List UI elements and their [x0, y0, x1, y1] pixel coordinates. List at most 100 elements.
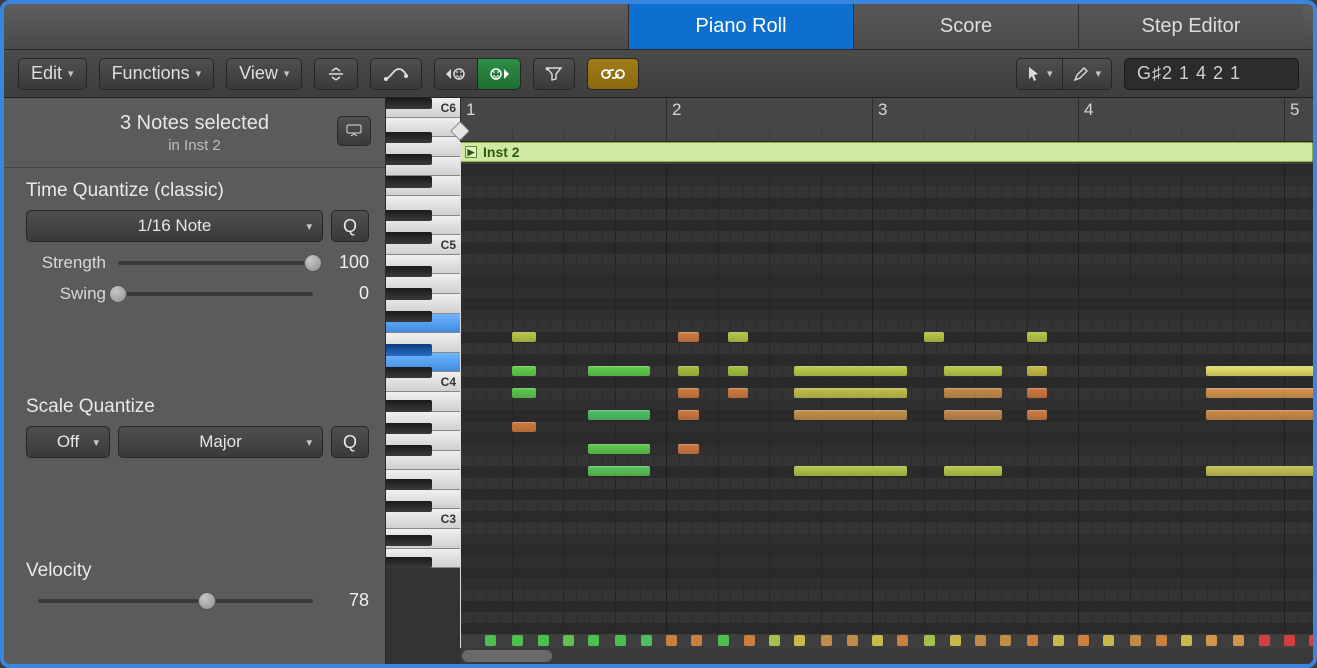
midi-note[interactable] — [1027, 388, 1048, 398]
time-quantize-apply[interactable]: Q — [331, 210, 369, 242]
horizontal-scrollbar[interactable] — [460, 648, 1313, 664]
black-key[interactable] — [386, 311, 432, 322]
midi-note[interactable] — [678, 366, 699, 376]
time-quantize-select[interactable]: 1/16 Note▾ — [26, 210, 323, 242]
black-key[interactable] — [386, 501, 432, 512]
scale-quantize-enable-select[interactable]: Off▾ — [26, 426, 110, 458]
black-key[interactable] — [386, 367, 432, 378]
midi-note[interactable] — [1206, 366, 1313, 376]
key-label: C5 — [441, 238, 456, 252]
pencil-tool[interactable]: ▾ — [1063, 58, 1112, 90]
velocity-slider[interactable] — [38, 592, 313, 610]
functions-menu[interactable]: Functions▾ — [99, 58, 215, 90]
black-key[interactable] — [386, 479, 432, 490]
black-key[interactable] — [386, 266, 432, 277]
midi-note[interactable] — [512, 332, 537, 342]
beat-marker — [615, 635, 626, 646]
swing-label: Swing — [26, 284, 106, 304]
midi-note[interactable] — [794, 466, 907, 476]
midi-note[interactable] — [728, 388, 749, 398]
velocity-title: Velocity — [26, 560, 369, 582]
pencil-icon — [1073, 66, 1089, 82]
beat-marker — [794, 635, 805, 646]
midi-note[interactable] — [794, 366, 907, 376]
scale-quantize-apply[interactable]: Q — [331, 426, 369, 458]
midi-note[interactable] — [924, 332, 945, 342]
time-quantize-panel: Time Quantize (classic) 1/16 Note▾ Q Str… — [4, 168, 385, 314]
midi-note[interactable] — [728, 366, 749, 376]
ruler[interactable]: 12345 — [460, 98, 1313, 142]
midi-note[interactable] — [794, 410, 907, 420]
midi-note[interactable] — [678, 388, 699, 398]
note-filter-button[interactable] — [533, 58, 575, 90]
strength-value: 100 — [325, 252, 369, 273]
midi-out-button[interactable] — [478, 58, 521, 90]
midi-note[interactable] — [1027, 366, 1048, 376]
midi-note[interactable] — [1206, 466, 1313, 476]
scale-quantize-scale-select[interactable]: Major▾ — [118, 426, 323, 458]
piano-keyboard[interactable]: C6C5C4C3 — [386, 98, 460, 664]
midi-note[interactable] — [512, 388, 537, 398]
black-key[interactable] — [386, 557, 432, 568]
midi-note[interactable] — [944, 366, 1002, 376]
midi-note[interactable] — [678, 410, 699, 420]
beat-strip — [460, 634, 1313, 648]
beat-marker — [744, 635, 755, 646]
note-grid[interactable]: ▶ Inst 2 — [460, 142, 1313, 648]
tab-step-editor[interactable]: Step Editor — [1078, 4, 1303, 49]
midi-note[interactable] — [944, 410, 1002, 420]
ruler-bar-number: 5 — [1290, 100, 1299, 120]
beat-marker — [512, 635, 523, 646]
inspector-expand-button[interactable] — [337, 116, 371, 146]
edit-menu[interactable]: Edit▾ — [18, 58, 87, 90]
midi-note[interactable] — [512, 422, 537, 432]
region-header[interactable]: ▶ Inst 2 — [460, 142, 1313, 162]
black-key[interactable] — [386, 288, 432, 299]
midi-note[interactable] — [1206, 410, 1313, 420]
strength-slider[interactable] — [118, 254, 313, 272]
tab-piano-roll[interactable]: Piano Roll — [628, 4, 853, 49]
midi-note[interactable] — [512, 366, 537, 376]
midi-note[interactable] — [944, 388, 1002, 398]
beat-marker — [872, 635, 883, 646]
black-key[interactable] — [386, 132, 432, 143]
black-key[interactable] — [386, 400, 432, 411]
black-key[interactable] — [386, 176, 432, 187]
black-key[interactable] — [386, 344, 432, 355]
midi-note[interactable] — [678, 332, 699, 342]
black-key[interactable] — [386, 423, 432, 434]
scroll-thumb[interactable] — [462, 650, 552, 662]
midi-in-button[interactable] — [434, 58, 478, 90]
black-key[interactable] — [386, 445, 432, 456]
black-key[interactable] — [386, 232, 432, 243]
view-menu[interactable]: View▾ — [226, 58, 302, 90]
midi-out-icon — [488, 66, 510, 82]
midi-note[interactable] — [678, 444, 699, 454]
collapse-icon — [327, 66, 345, 82]
midi-note[interactable] — [588, 366, 650, 376]
midi-note[interactable] — [588, 466, 650, 476]
midi-note[interactable] — [588, 444, 650, 454]
panel-chevron-icon — [346, 124, 362, 138]
black-key[interactable] — [386, 98, 432, 109]
white-key[interactable]: C3 — [386, 509, 460, 529]
midi-note[interactable] — [1206, 388, 1313, 398]
midi-note[interactable] — [794, 388, 907, 398]
midi-note[interactable] — [1027, 332, 1048, 342]
midi-note[interactable] — [728, 332, 749, 342]
collapse-toggle[interactable] — [314, 58, 358, 90]
black-key[interactable] — [386, 210, 432, 221]
catch-playhead-button[interactable] — [587, 58, 639, 90]
ruler-bar-number: 1 — [466, 100, 475, 120]
pointer-tool[interactable]: ▾ — [1016, 58, 1064, 90]
automation-toggle[interactable] — [370, 58, 422, 90]
black-key[interactable] — [386, 154, 432, 165]
midi-note[interactable] — [1027, 410, 1048, 420]
black-key[interactable] — [386, 535, 432, 546]
midi-note[interactable] — [944, 466, 1002, 476]
midi-note[interactable] — [588, 410, 650, 420]
swing-slider[interactable] — [118, 285, 313, 303]
tab-score[interactable]: Score — [853, 4, 1078, 49]
beat-marker — [975, 635, 986, 646]
info-display: G♯2 1 4 2 1 — [1124, 58, 1299, 90]
